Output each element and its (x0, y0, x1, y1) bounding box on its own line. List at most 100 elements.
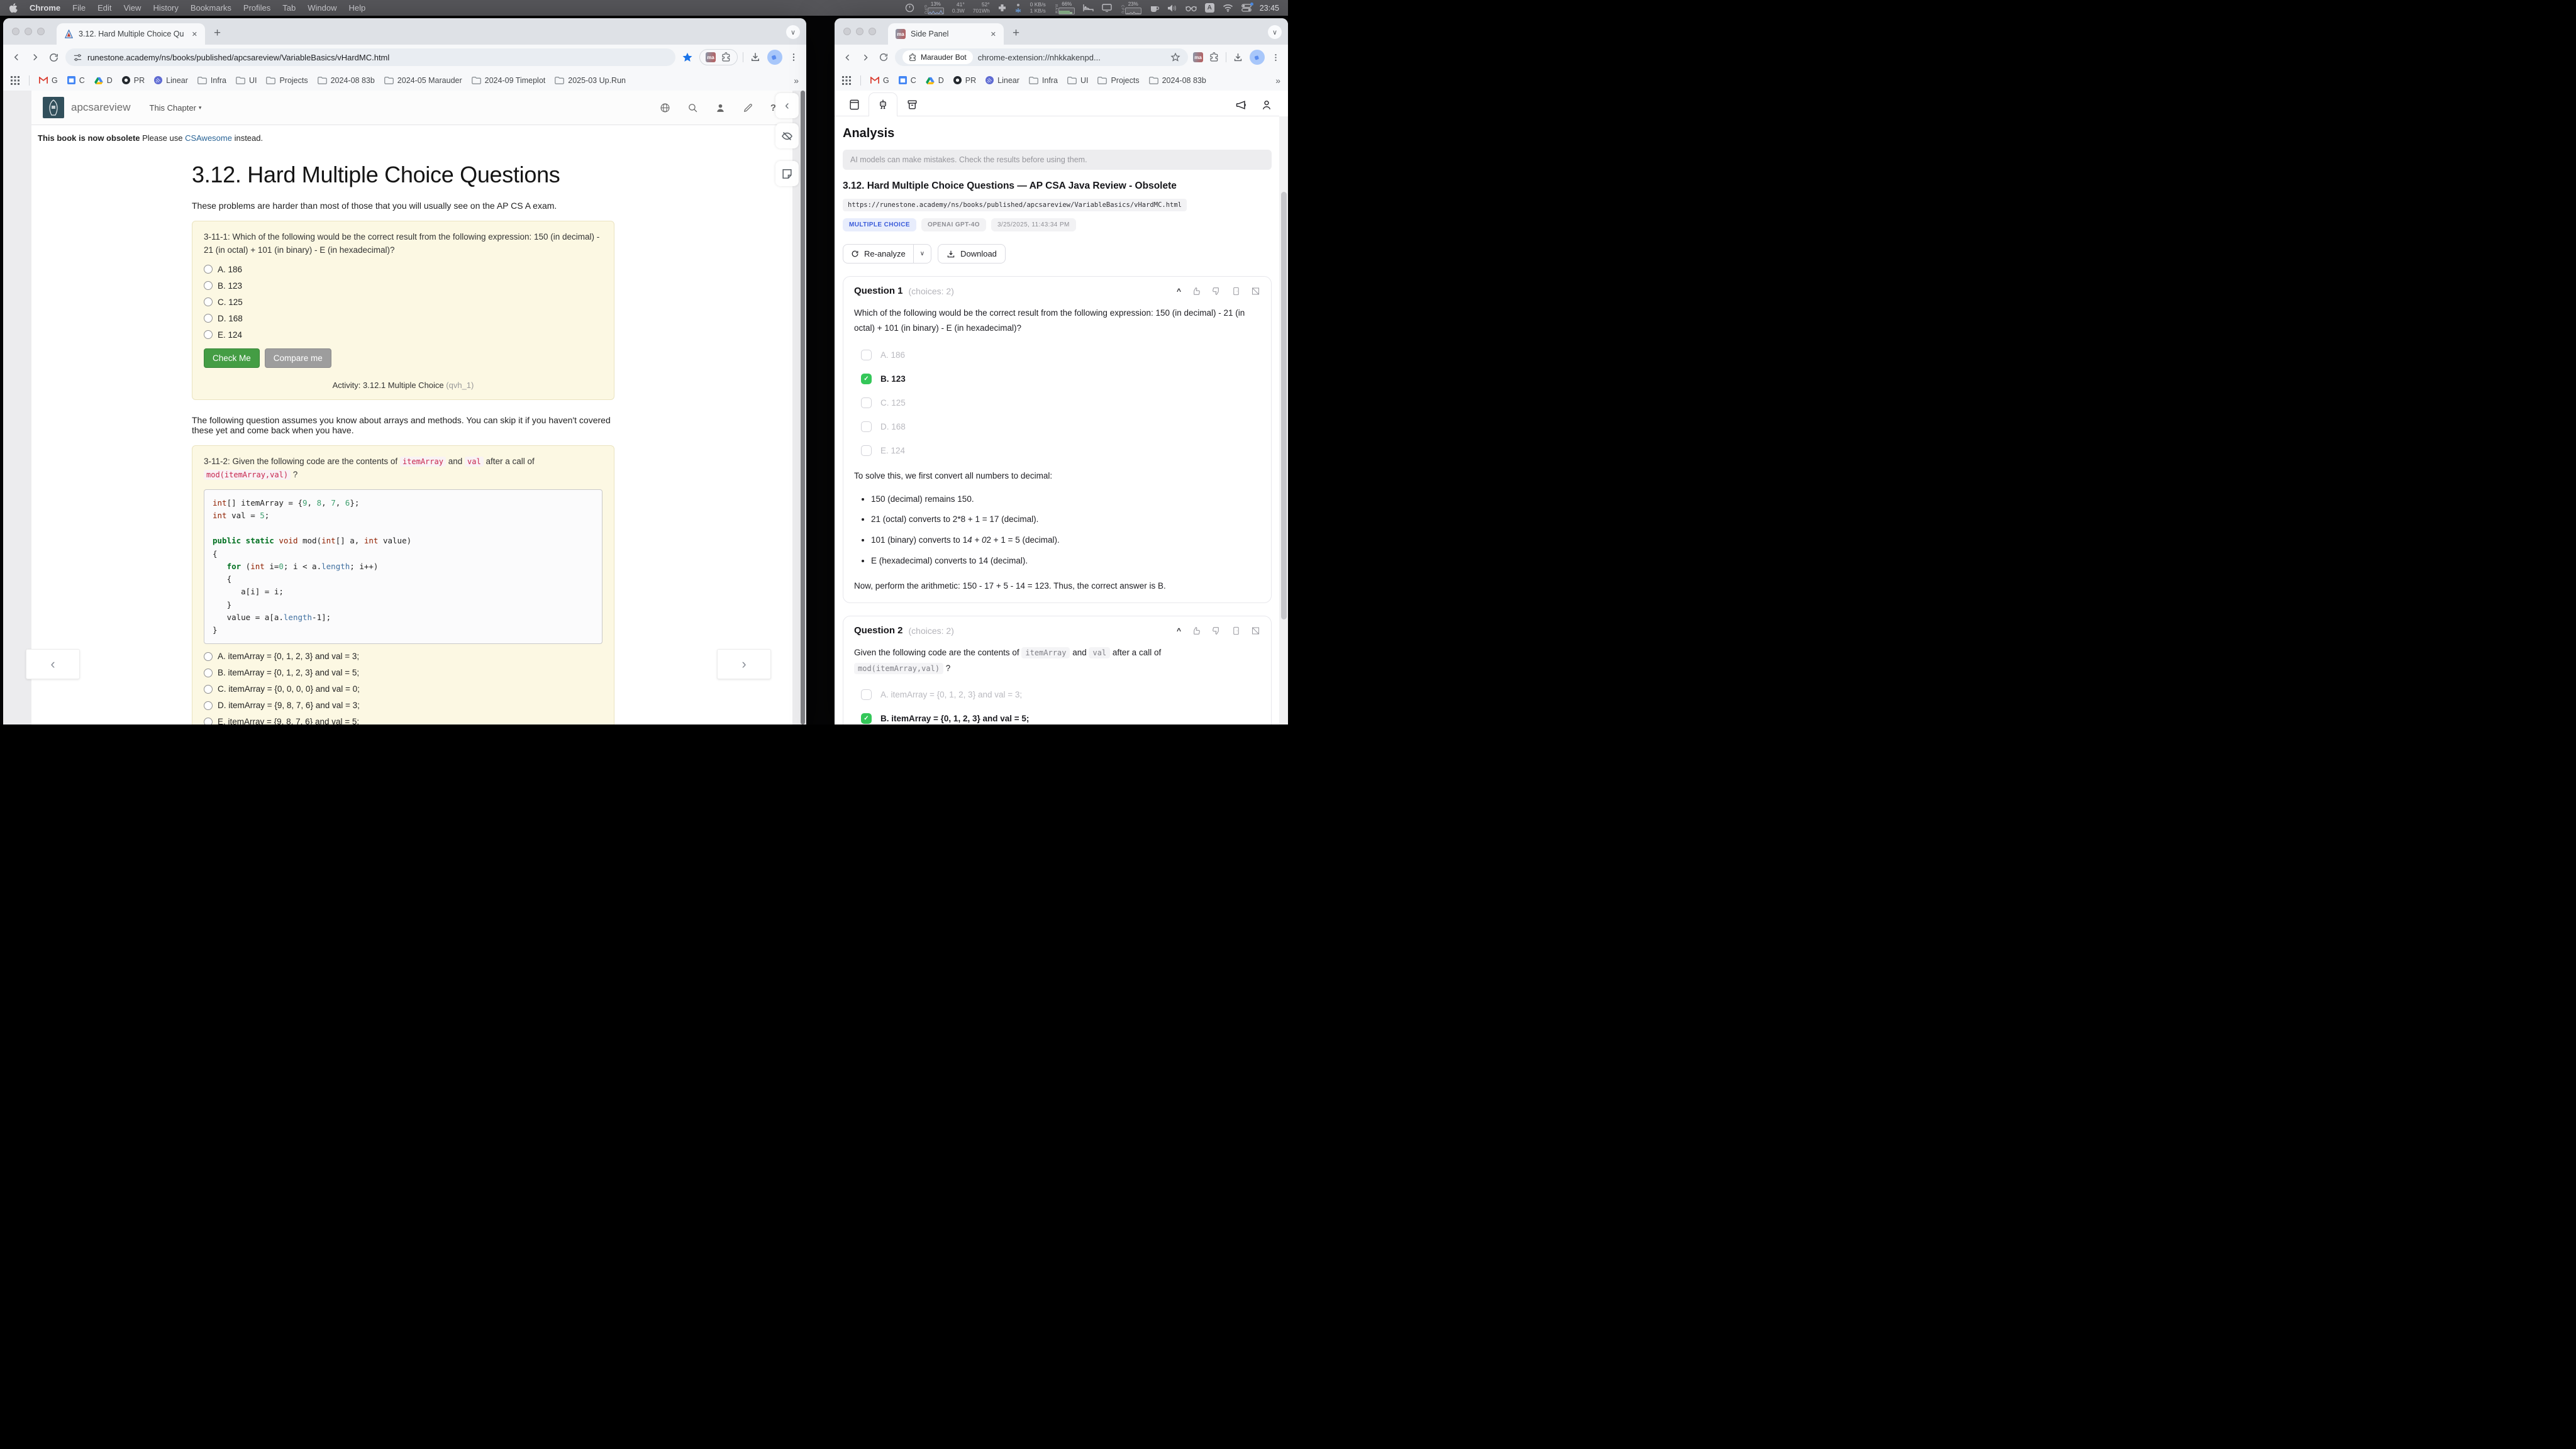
radio-icon[interactable] (204, 281, 213, 290)
collapse-card-icon[interactable]: ^ (1177, 626, 1181, 635)
tab-close-icon[interactable]: ✕ (989, 30, 997, 38)
check-me-button[interactable]: Check Me (204, 348, 260, 368)
q2-option-e[interactable]: E. itemArray = {9, 8, 7, 6} and val = 5; (204, 717, 602, 724)
new-tab-button[interactable]: + (214, 26, 221, 40)
q1-choice-d[interactable]: D. 168 (861, 421, 1260, 432)
slash-square-icon[interactable] (1251, 286, 1260, 296)
marauder-extension-icon[interactable]: ma (706, 52, 716, 62)
bookmark-folder-2024-05[interactable]: 2024-05 Marauder (384, 76, 462, 85)
bookmark-calendar[interactable]: C (67, 76, 85, 85)
fan-status-icon[interactable] (1014, 3, 1022, 13)
power-status-icon[interactable] (905, 3, 914, 13)
bookmark-folder-infra[interactable]: Infra (1029, 76, 1058, 85)
slash-square-icon[interactable] (1251, 626, 1260, 636)
bookmark-gmail[interactable]: G (39, 76, 58, 85)
radio-icon[interactable] (204, 314, 213, 323)
new-tab-button[interactable]: + (1013, 26, 1019, 40)
browser-tab[interactable]: 3.12. Hard Multiple Choice Qu ✕ (57, 23, 205, 45)
site-brand[interactable]: apcsareview (71, 101, 131, 114)
bookmark-gmail[interactable]: G (870, 76, 889, 85)
menubar-app-name[interactable]: Chrome (30, 3, 60, 13)
q2-choice-a[interactable]: A. itemArray = {0, 1, 2, 3} and val = 3; (861, 689, 1260, 700)
chapter-dropdown[interactable]: This Chapter▾ (150, 103, 202, 113)
bookmark-folder-ui[interactable]: UI (236, 76, 257, 85)
radio-icon[interactable] (204, 652, 213, 661)
download-analysis-button[interactable]: Download (938, 244, 1006, 264)
zoom-window-button[interactable] (869, 28, 876, 35)
input-source-icon[interactable]: A (1205, 3, 1214, 13)
hide-highlights-button[interactable] (775, 123, 799, 148)
checkbox-icon[interactable] (861, 397, 872, 408)
minimize-window-button[interactable] (25, 28, 32, 35)
bookmark-github[interactable]: PR (122, 76, 145, 85)
reload-button[interactable] (47, 51, 60, 64)
next-page-button[interactable]: › (717, 649, 771, 679)
megaphone-icon[interactable] (1235, 99, 1248, 111)
csawesome-link[interactable]: CSAwesome (185, 133, 232, 143)
extensions-pill[interactable]: ma (699, 49, 738, 65)
q1-option-d[interactable]: D. 168 (204, 314, 602, 323)
radio-icon[interactable] (204, 297, 213, 306)
globe-icon[interactable] (660, 103, 670, 113)
account-icon[interactable] (1260, 99, 1273, 111)
door-icon[interactable] (1231, 626, 1241, 636)
menubar-item-edit[interactable]: Edit (97, 3, 111, 13)
address-bar[interactable]: Marauder Bot chrome-extension://nhkkaken… (895, 48, 1188, 66)
bookmark-folder-infra[interactable]: Infra (197, 76, 226, 85)
q2-choice-b[interactable]: ✓B. itemArray = {0, 1, 2, 3} and val = 5… (861, 713, 1260, 724)
network-speed[interactable]: 0 KB/s1 KB/s (1030, 2, 1046, 14)
menubar-item-profiles[interactable]: Profiles (243, 3, 270, 13)
apps-grid-icon[interactable] (11, 76, 19, 85)
checkbox-icon[interactable] (861, 350, 872, 360)
checkbox-checked-icon[interactable]: ✓ (861, 713, 872, 724)
display-icon[interactable] (1102, 4, 1112, 12)
menubar-item-help[interactable]: Help (349, 3, 366, 13)
minimize-window-button[interactable] (856, 28, 863, 35)
q1-choice-b[interactable]: ✓B. 123 (861, 374, 1260, 384)
menubar-item-window[interactable]: Window (308, 3, 336, 13)
reanalyze-button[interactable]: Re-analyze (843, 245, 913, 263)
menubar-item-tab[interactable]: Tab (282, 3, 296, 13)
page-scrollbar[interactable] (801, 91, 805, 724)
thumbs-down-icon[interactable] (1211, 626, 1221, 636)
reanalyze-split-button[interactable]: Re-analyze ∨ (843, 244, 931, 264)
address-bar[interactable]: runestone.academy/ns/books/published/apc… (65, 48, 675, 66)
site-logo[interactable] (43, 97, 64, 118)
window-controls[interactable] (843, 28, 876, 35)
search-icon[interactable] (687, 103, 698, 113)
q2-option-c[interactable]: C. itemArray = {0, 0, 0, 0} and val = 0; (204, 684, 602, 694)
bookmark-star-icon[interactable] (1170, 52, 1180, 62)
analyzed-doc-url[interactable]: https://runestone.academy/ns/books/publi… (843, 199, 1187, 211)
bookmark-folder-2024-08[interactable]: 2024-08 83b (318, 76, 375, 85)
bookmark-folder-projects[interactable]: Projects (266, 76, 308, 85)
downloads-button[interactable] (1231, 51, 1245, 64)
bookmark-folder-2024-08[interactable]: 2024-08 83b (1149, 76, 1206, 85)
collapse-sidebar-button[interactable]: ‹ (775, 93, 799, 118)
tab-archive[interactable] (897, 92, 926, 116)
radio-icon[interactable] (204, 718, 213, 724)
q2-option-d[interactable]: D. itemArray = {9, 8, 7, 6} and val = 3; (204, 701, 602, 710)
bed-icon[interactable] (1083, 4, 1094, 12)
collapse-card-icon[interactable]: ^ (1177, 287, 1181, 296)
panel-scrollbar-thumb[interactable] (1281, 192, 1287, 619)
site-settings-icon[interactable] (73, 53, 82, 62)
radio-icon[interactable] (204, 669, 213, 677)
radio-icon[interactable] (204, 330, 213, 339)
q1-option-b[interactable]: B. 123 (204, 281, 602, 291)
checkbox-icon[interactable] (861, 689, 872, 700)
volume-icon[interactable] (1167, 4, 1177, 13)
thumbs-down-icon[interactable] (1211, 286, 1221, 296)
q1-option-c[interactable]: C. 125 (204, 297, 602, 307)
cpu-gauge[interactable]: CPU 23% (1120, 2, 1141, 14)
forward-button[interactable] (28, 50, 42, 64)
close-window-button[interactable] (12, 28, 19, 35)
health-plus-icon[interactable] (998, 4, 1006, 12)
q1-option-a[interactable]: A. 186 (204, 265, 602, 274)
thumbs-up-icon[interactable] (1191, 286, 1201, 296)
extension-name-chip[interactable]: Marauder Bot (902, 50, 973, 64)
wifi-icon[interactable] (1223, 4, 1233, 12)
tab-search-button[interactable]: ∨ (1268, 25, 1282, 39)
radio-icon[interactable] (204, 701, 213, 710)
browser-menu-button[interactable] (1270, 52, 1282, 64)
ram-gauge[interactable]: RAM 66% (1054, 2, 1075, 14)
